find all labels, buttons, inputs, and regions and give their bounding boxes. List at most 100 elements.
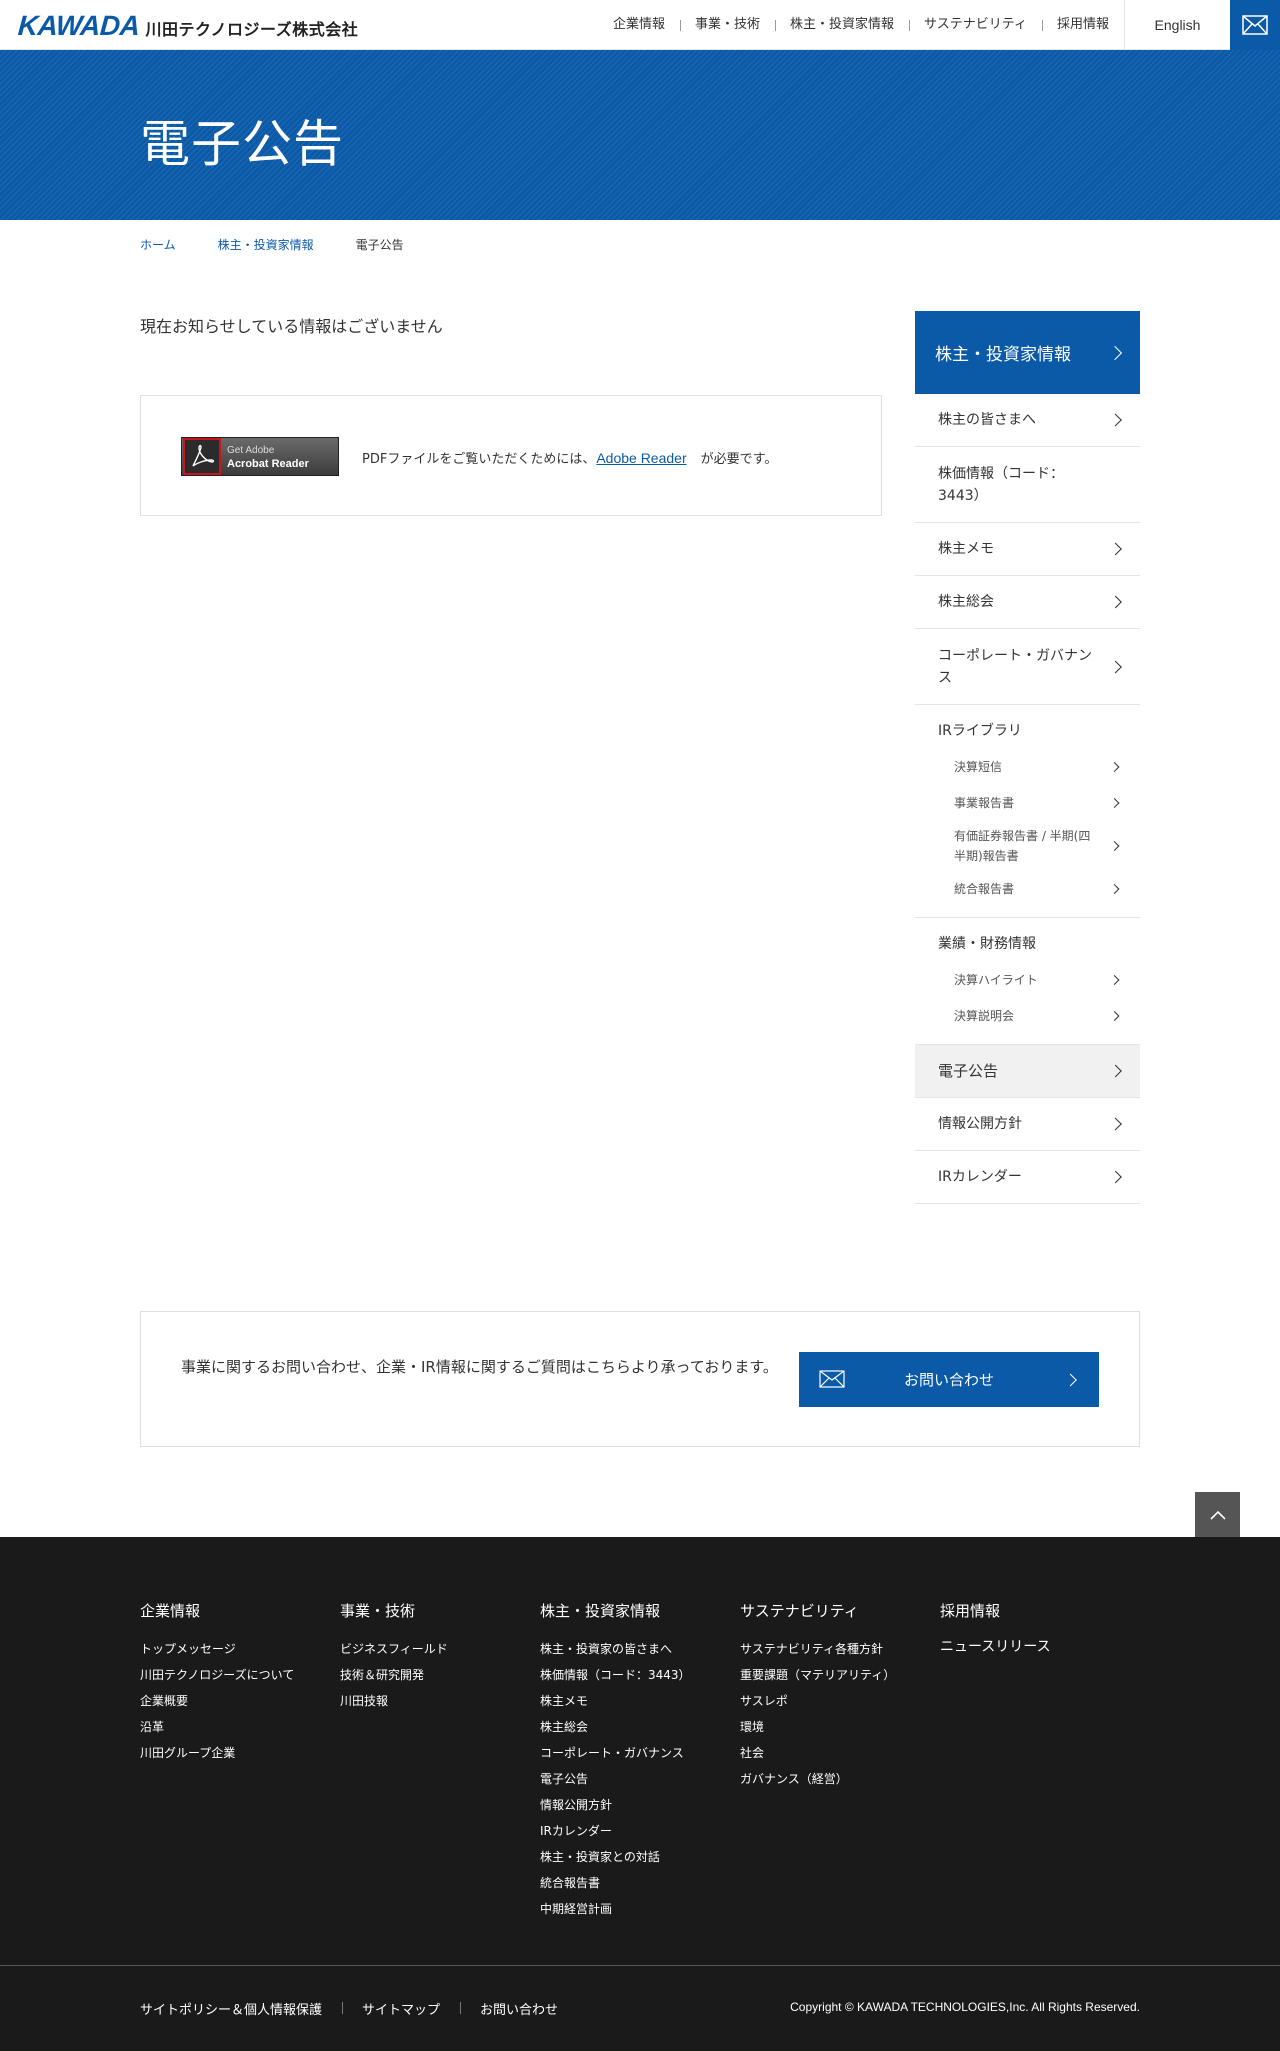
footer-link[interactable]: トップメッセージ bbox=[140, 1636, 294, 1662]
page-hero: 電子公告 bbox=[0, 50, 1280, 220]
footer-link[interactable]: 重要課題（マテリアリティ） bbox=[740, 1662, 895, 1688]
footer-link[interactable]: 株主・投資家との対話 bbox=[540, 1844, 691, 1870]
contact-button-label: お問い合わせ bbox=[903, 1371, 994, 1389]
adobe-reader-link[interactable]: Adobe Reader bbox=[596, 450, 686, 466]
footer-link[interactable]: サステナビリティ各種方針 bbox=[740, 1636, 895, 1662]
header-contact-button[interactable] bbox=[1230, 0, 1280, 50]
footer-link[interactable]: 技術＆研究開発 bbox=[340, 1662, 448, 1688]
footer-link[interactable]: 川田テクノロジーズについて bbox=[140, 1662, 294, 1688]
footer-link[interactable]: 情報公開方針 bbox=[540, 1792, 691, 1818]
footer-col-title[interactable]: 企業情報 bbox=[140, 1600, 294, 1621]
footer-contact-link[interactable]: お問い合わせ bbox=[460, 1999, 578, 2018]
footer-col-recruit: 採用情報 ニュースリリース bbox=[940, 1600, 1051, 1658]
footer-link[interactable]: 企業概要 bbox=[140, 1688, 294, 1714]
chevron-right-icon bbox=[1109, 542, 1122, 556]
copyright: Copyright © KAWADA TECHNOLOGIES,Inc. All… bbox=[790, 2000, 1140, 2014]
gnav-sustainability[interactable]: サステナビリティ bbox=[909, 18, 1042, 32]
sidebar-item-e-notice[interactable]: 電子公告 bbox=[915, 1045, 1140, 1098]
sidebar-item-label: コーポレート・ガバナンス bbox=[938, 647, 1092, 686]
footer-col-title[interactable]: 採用情報 bbox=[940, 1600, 1051, 1621]
breadcrumb-ir[interactable]: 株主・投資家情報 bbox=[218, 236, 314, 253]
footer-link[interactable]: 川田グループ企業 bbox=[140, 1740, 294, 1766]
pdf-reader-message: PDFファイルをご覧いただくためには、Adobe Reader が必要です。 bbox=[362, 448, 777, 467]
site-logo[interactable]: KAWADA 川田テクノロジーズ株式会社 bbox=[17, 10, 358, 42]
sidebar-title[interactable]: 株主・投資家情報 bbox=[915, 311, 1140, 394]
footer-link[interactable]: 株主メモ bbox=[540, 1688, 691, 1714]
sidebar-group-label: IRライブラリ bbox=[938, 723, 1022, 739]
sidebar-sub-integrated-report[interactable]: 統合報告書 bbox=[915, 871, 1140, 907]
sidebar-sub-label: 統合報告書 bbox=[954, 882, 1015, 896]
sidebar-sub-tanshin[interactable]: 決算短信 bbox=[915, 749, 1140, 785]
sidebar-sub-highlight[interactable]: 決算ハイライト bbox=[915, 962, 1140, 998]
sidebar-sub-label: 決算短信 bbox=[954, 760, 1003, 774]
footer-link[interactable]: 株主・投資家の皆さまへ bbox=[540, 1636, 691, 1662]
chevron-right-icon bbox=[1109, 884, 1120, 894]
chevron-right-icon bbox=[1107, 345, 1123, 360]
chevron-right-icon bbox=[1064, 1373, 1077, 1386]
breadcrumb: ホーム 株主・投資家情報 電子公告 bbox=[140, 236, 404, 253]
gnav-business[interactable]: 事業・技術 bbox=[679, 18, 775, 32]
footer-sitemap-link[interactable]: サイトマップ bbox=[342, 1999, 460, 2018]
site-footer: 企業情報 トップメッセージ 川田テクノロジーズについて 企業概要 沿革 川田グル… bbox=[0, 1537, 1280, 2051]
pdf-message-before: PDFファイルをご覧いただくためには、 bbox=[362, 452, 596, 467]
chevron-right-icon bbox=[1109, 841, 1120, 851]
sidebar-item-disclosure-policy[interactable]: 情報公開方針 bbox=[915, 1098, 1140, 1151]
footer-site-policy-link[interactable]: サイトポリシー＆個人情報保護 bbox=[140, 1999, 342, 2018]
pdf-reader-notice: Get Adobe Acrobat Reader PDFファイルをご覧いただくた… bbox=[140, 395, 882, 516]
sidebar-sub-business-report[interactable]: 事業報告書 bbox=[915, 785, 1140, 821]
gnav-company[interactable]: 企業情報 bbox=[598, 18, 680, 32]
acrobat-label: Get Adobe Acrobat Reader bbox=[227, 443, 309, 470]
sidebar-sub-briefing[interactable]: 決算説明会 bbox=[915, 998, 1140, 1034]
sidebar-group-ir-library: IRライブラリ 決算短信 事業報告書 有価証券報告書 / 半期(四半期)報告書 … bbox=[915, 705, 1140, 918]
get-acrobat-reader-button[interactable]: Get Adobe Acrobat Reader bbox=[181, 437, 339, 476]
ir-sidebar: 株主・投資家情報 株主の皆さまへ 株価情報（コード：3443） 株主メモ 株主総… bbox=[915, 311, 1140, 1204]
footer-link[interactable]: ビジネスフィールド bbox=[340, 1636, 448, 1662]
sidebar-group-label: 業績・財務情報 bbox=[938, 936, 1036, 952]
sidebar-item-message[interactable]: 株主の皆さまへ bbox=[915, 394, 1140, 447]
contact-button[interactable]: お問い合わせ bbox=[799, 1352, 1099, 1407]
sidebar-item-meeting[interactable]: 株主総会 bbox=[915, 576, 1140, 629]
sidebar-item-ir-calendar[interactable]: IRカレンダー bbox=[915, 1151, 1140, 1204]
chevron-up-icon bbox=[1209, 1510, 1226, 1520]
gnav-ir[interactable]: 株主・投資家情報 bbox=[775, 18, 909, 32]
sidebar-group-financial: 業績・財務情報 決算ハイライト 決算説明会 bbox=[915, 918, 1140, 1045]
acrobat-label-line2: Acrobat Reader bbox=[227, 458, 309, 470]
footer-col-title[interactable]: 株主・投資家情報 bbox=[540, 1600, 691, 1621]
footer-col-title[interactable]: サステナビリティ bbox=[740, 1600, 895, 1621]
footer-link[interactable]: サスレポ bbox=[740, 1688, 895, 1714]
chevron-right-icon bbox=[1109, 595, 1122, 609]
footer-link[interactable]: 株価情報（コード：3443） bbox=[540, 1662, 691, 1688]
sidebar-sub-securities-report[interactable]: 有価証券報告書 / 半期(四半期)報告書 bbox=[915, 821, 1140, 871]
gnav-recruit[interactable]: 採用情報 bbox=[1041, 18, 1124, 32]
page-top-button[interactable] bbox=[1195, 1492, 1240, 1537]
global-nav: 企業情報 事業・技術 株主・投資家情報 サステナビリティ 採用情報 bbox=[598, 0, 1124, 50]
sidebar-sub-label: 決算ハイライト bbox=[954, 973, 1038, 987]
footer-col-company: 企業情報 トップメッセージ 川田テクノロジーズについて 企業概要 沿革 川田グル… bbox=[140, 1600, 294, 1766]
no-notice-message: 現在お知らせしている情報はございません bbox=[140, 317, 443, 336]
footer-col-business: 事業・技術 ビジネスフィールド 技術＆研究開発 川田技報 bbox=[340, 1600, 448, 1714]
sidebar-item-label: 電子公告 bbox=[938, 1062, 999, 1080]
footer-link[interactable]: ガバナンス（経営） bbox=[740, 1766, 895, 1792]
sidebar-item-memo[interactable]: 株主メモ bbox=[915, 523, 1140, 576]
footer-link[interactable]: IRカレンダー bbox=[540, 1818, 691, 1844]
footer-bottom-bar: サイトポリシー＆個人情報保護 サイトマップ お問い合わせ Copyright ©… bbox=[0, 1965, 1280, 2051]
footer-link[interactable]: 中期経営計画 bbox=[540, 1896, 691, 1922]
sidebar-item-label: 株価情報（コード：3443） bbox=[938, 465, 1064, 504]
sidebar-item-label: 情報公開方針 bbox=[938, 1116, 1022, 1132]
footer-news-link[interactable]: ニュースリリース bbox=[940, 1636, 1051, 1658]
footer-link[interactable]: 環境 bbox=[740, 1714, 895, 1740]
breadcrumb-home[interactable]: ホーム bbox=[140, 236, 176, 253]
footer-col-title[interactable]: 事業・技術 bbox=[340, 1600, 448, 1621]
english-link[interactable]: English bbox=[1124, 0, 1230, 50]
sidebar-item-governance[interactable]: コーポレート・ガバナンス bbox=[915, 629, 1140, 705]
footer-link[interactable]: 川田技報 bbox=[340, 1688, 448, 1714]
footer-link[interactable]: 株主総会 bbox=[540, 1714, 691, 1740]
footer-link[interactable]: 電子公告 bbox=[540, 1766, 691, 1792]
footer-link[interactable]: 社会 bbox=[740, 1740, 895, 1766]
chevron-right-icon bbox=[1109, 762, 1120, 772]
sidebar-item-stock-info[interactable]: 株価情報（コード：3443） bbox=[915, 447, 1140, 523]
footer-col-sustainability: サステナビリティ サステナビリティ各種方針 重要課題（マテリアリティ） サスレポ… bbox=[740, 1600, 895, 1792]
footer-link[interactable]: 沿革 bbox=[140, 1714, 294, 1740]
footer-link[interactable]: コーポレート・ガバナンス bbox=[540, 1740, 691, 1766]
footer-link[interactable]: 統合報告書 bbox=[540, 1870, 691, 1896]
